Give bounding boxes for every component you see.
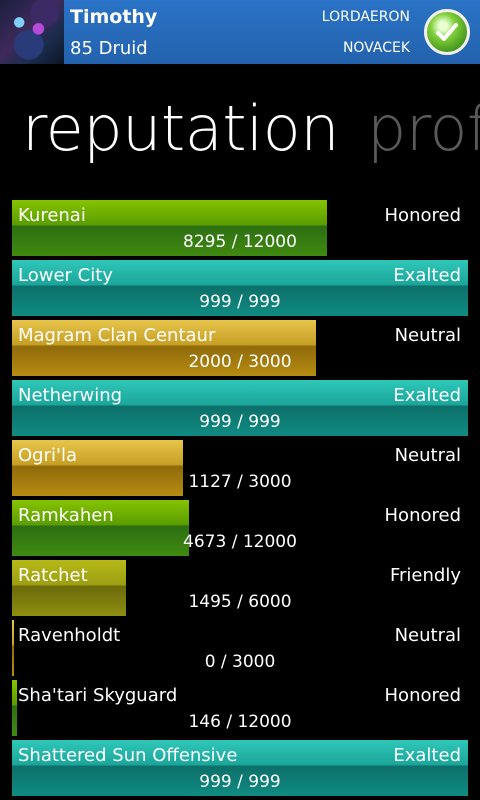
reputation-faction-name: Sha'tari Skyguard xyxy=(18,685,178,706)
character-name: Timothy xyxy=(70,6,158,28)
checkmark-circle-icon[interactable] xyxy=(424,9,470,55)
reputation-value: 999 / 999 xyxy=(199,292,281,312)
reputation-value: 146 / 12000 xyxy=(188,712,292,732)
reputation-standing: Exalted xyxy=(393,265,461,286)
reputation-value: 0 / 3000 xyxy=(204,652,276,672)
reputation-value: 4673 / 12000 xyxy=(183,532,297,552)
reputation-faction-name: Lower City xyxy=(18,265,113,286)
pivot-header: reputation prof xyxy=(22,92,480,165)
guild-name: NOVACEK xyxy=(342,40,410,56)
reputation-list[interactable]: Kurenai Honored 8295 / 12000 Lower City Exal… xyxy=(12,200,468,800)
reputation-value: 8295 / 12000 xyxy=(183,232,297,252)
reputation-row[interactable]: Kurenai Honored 8295 / 12000 xyxy=(12,200,468,256)
reputation-row[interactable]: Ramkahen Honored 4673 / 12000 xyxy=(12,500,468,556)
reputation-value: 1495 / 6000 xyxy=(188,592,292,612)
reputation-faction-name: Ravenholdt xyxy=(18,625,121,646)
pivot-item-professions[interactable]: prof xyxy=(367,92,480,165)
reputation-value: 1127 / 3000 xyxy=(188,472,292,492)
reputation-standing: Honored xyxy=(384,505,461,526)
reputation-value: 999 / 999 xyxy=(199,412,281,432)
reputation-standing: Neutral xyxy=(394,445,461,466)
reputation-value: 999 / 999 xyxy=(199,772,281,792)
reputation-value: 2000 / 3000 xyxy=(188,352,292,372)
pivot-item-reputation[interactable]: reputation xyxy=(22,92,340,165)
character-avatar[interactable] xyxy=(0,0,64,64)
reputation-row[interactable]: Shattered Sun Offensive Exalted 999 / 999 xyxy=(12,740,468,796)
character-level-class: 85 Druid xyxy=(70,38,148,59)
reputation-faction-name: Magram Clan Centaur xyxy=(18,325,216,346)
reputation-standing: Friendly xyxy=(389,565,461,586)
reputation-faction-name: Netherwing xyxy=(18,385,123,406)
reputation-standing: Neutral xyxy=(394,625,461,646)
reputation-standing: Honored xyxy=(384,205,461,226)
realm-name: LORDAERON xyxy=(321,9,410,25)
reputation-row[interactable]: Ravenholdt Neutral 0 / 3000 xyxy=(12,620,468,676)
reputation-row[interactable]: Netherwing Exalted 999 / 999 xyxy=(12,380,468,436)
reputation-standing: Neutral xyxy=(394,325,461,346)
reputation-row[interactable]: Lower City Exalted 999 / 999 xyxy=(12,260,468,316)
reputation-row[interactable]: Ratchet Friendly 1495 / 6000 xyxy=(12,560,468,616)
reputation-row[interactable]: Magram Clan Centaur Neutral 2000 / 3000 xyxy=(12,320,468,376)
reputation-faction-name: Ratchet xyxy=(18,565,88,586)
reputation-faction-name: Kurenai xyxy=(18,205,86,226)
checkmark-icon xyxy=(436,23,458,41)
reputation-faction-name: Ogri'la xyxy=(18,445,77,466)
character-header: Timothy 85 Druid LORDAERON NOVACEK xyxy=(0,0,480,64)
reputation-row[interactable]: Ogri'la Neutral 1127 / 3000 xyxy=(12,440,468,496)
reputation-faction-name: Shattered Sun Offensive xyxy=(18,745,238,766)
reputation-row[interactable]: Sha'tari Skyguard Honored 146 / 12000 xyxy=(12,680,468,736)
reputation-standing: Honored xyxy=(384,685,461,706)
reputation-standing: Exalted xyxy=(393,745,461,766)
reputation-standing: Exalted xyxy=(393,385,461,406)
reputation-faction-name: Ramkahen xyxy=(18,505,114,526)
